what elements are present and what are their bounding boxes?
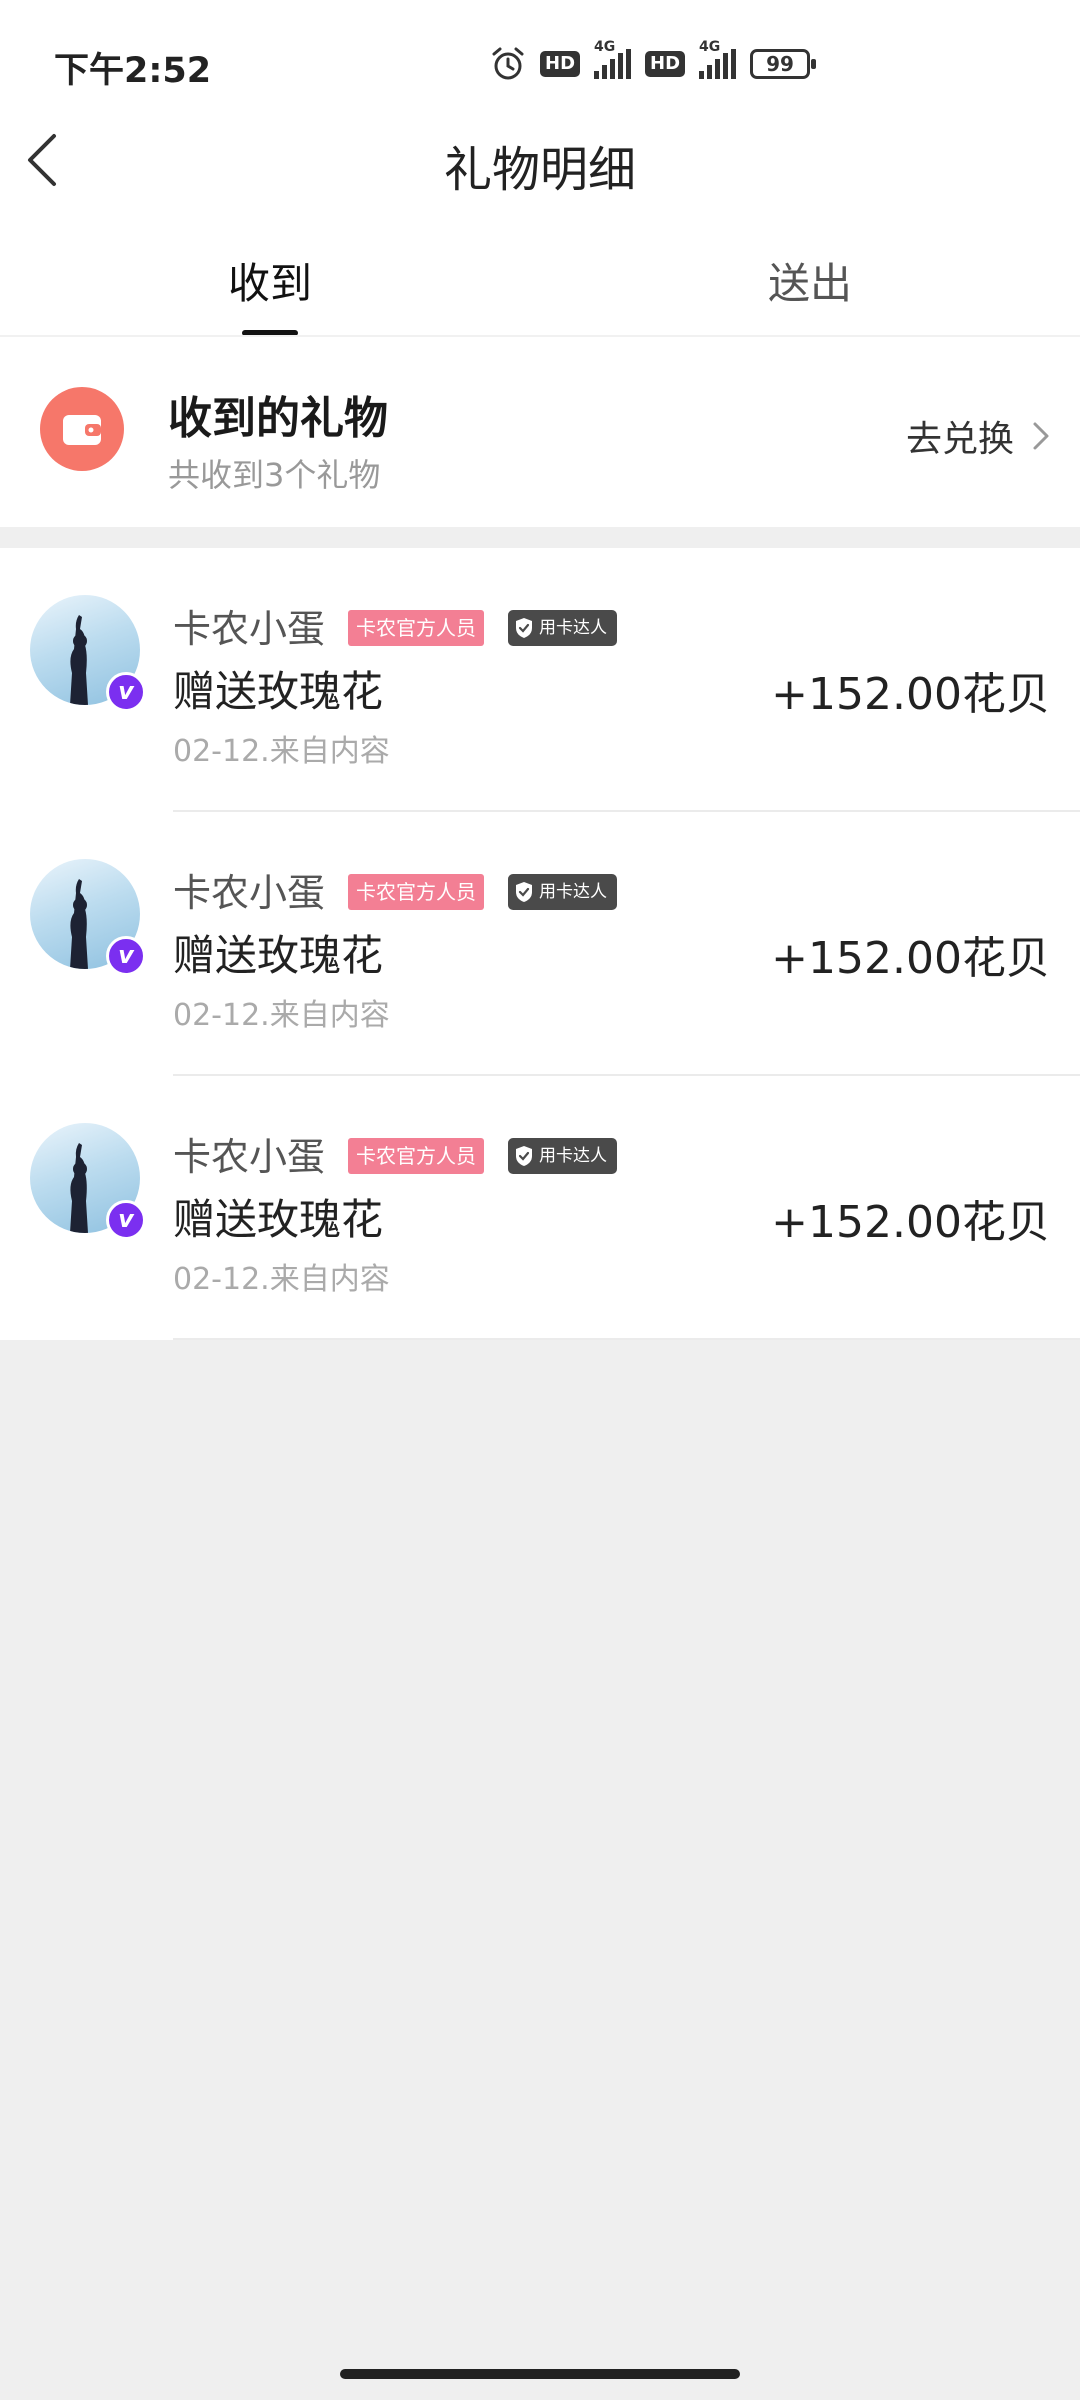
tab-received[interactable]: 收到: [0, 250, 540, 311]
user-name[interactable]: 卡农小蛋: [173, 862, 325, 917]
expert-tag-label: 用卡达人: [539, 1146, 607, 1166]
battery-icon: 99: [750, 49, 817, 79]
summary-title: 收到的礼物: [168, 393, 388, 444]
gift-amount: +152.00花贝: [771, 1197, 1050, 1248]
official-staff-tag: 卡农官方人员: [348, 1138, 484, 1174]
wallet-icon: [63, 415, 101, 445]
expert-tag: 用卡达人: [508, 874, 617, 910]
status-time: 下午2:52: [54, 51, 212, 91]
expert-tag: 用卡达人: [508, 1138, 617, 1174]
received-gifts-summary: 收到的礼物 共收到3个礼物 去兑换: [0, 337, 1080, 527]
user-name[interactable]: 卡农小蛋: [173, 598, 325, 653]
gift-records-list: v 卡农小蛋 卡农官方人员 用卡达人 赠送玫瑰花 +152.00花贝 02-12…: [0, 548, 1080, 1340]
expert-tag-label: 用卡达人: [539, 618, 607, 638]
network-type-label: 4G: [699, 39, 721, 55]
signal-icon: 4G: [594, 39, 632, 79]
gift-name: 赠送玫瑰花: [173, 1195, 384, 1244]
gift-date-source: 02-12.来自内容: [173, 734, 390, 769]
home-indicator[interactable]: [340, 2369, 740, 2379]
summary-subtitle: 共收到3个礼物: [168, 456, 381, 494]
redeem-button[interactable]: 去兑换: [906, 410, 1050, 462]
tab-sent[interactable]: 送出: [540, 250, 1080, 311]
gift-record-row[interactable]: v 卡农小蛋 卡农官方人员 用卡达人 赠送玫瑰花 +152.00花贝 02-12…: [0, 1076, 1080, 1340]
official-staff-tag: 卡农官方人员: [348, 610, 484, 646]
gift-record-row[interactable]: v 卡农小蛋 卡农官方人员 用卡达人 赠送玫瑰花 +152.00花贝 02-12…: [0, 548, 1080, 812]
hd-icon: HD: [540, 51, 581, 77]
verified-badge-icon: v: [106, 936, 146, 976]
wallet-icon-container: [40, 387, 124, 471]
hd-icon: HD: [645, 51, 686, 77]
expert-tag-label: 用卡达人: [539, 882, 607, 902]
status-icons: HD 4G HD 4G 99: [490, 39, 817, 84]
status-bar: 下午2:52 HD 4G HD 4G 99: [0, 0, 1080, 130]
gift-date-source: 02-12.来自内容: [173, 998, 390, 1033]
chevron-right-icon: [1033, 422, 1049, 450]
gift-amount: +152.00花贝: [771, 933, 1050, 984]
verified-badge-icon: v: [106, 1200, 146, 1240]
divider: [173, 1338, 1080, 1340]
network-type-label: 4G: [594, 39, 616, 55]
user-name[interactable]: 卡农小蛋: [173, 1126, 325, 1181]
gift-name: 赠送玫瑰花: [173, 931, 384, 980]
redeem-label: 去兑换: [905, 419, 1014, 460]
alarm-icon: [492, 47, 524, 80]
verified-badge-icon: v: [106, 672, 146, 712]
gift-amount: +152.00花贝: [771, 669, 1050, 720]
header: 礼物明细 收到 送出: [0, 130, 1080, 337]
gift-date-source: 02-12.来自内容: [173, 1262, 390, 1297]
gift-record-row[interactable]: v 卡农小蛋 卡农官方人员 用卡达人 赠送玫瑰花 +152.00花贝 02-12…: [0, 812, 1080, 1076]
official-staff-tag: 卡农官方人员: [348, 874, 484, 910]
page-title: 礼物明细: [443, 142, 636, 198]
shield-check-icon: [516, 618, 532, 638]
signal-icon: 4G: [699, 39, 737, 79]
shield-check-icon: [516, 1146, 532, 1166]
expert-tag: 用卡达人: [508, 610, 617, 646]
shield-check-icon: [516, 882, 532, 902]
gift-name: 赠送玫瑰花: [173, 667, 384, 716]
